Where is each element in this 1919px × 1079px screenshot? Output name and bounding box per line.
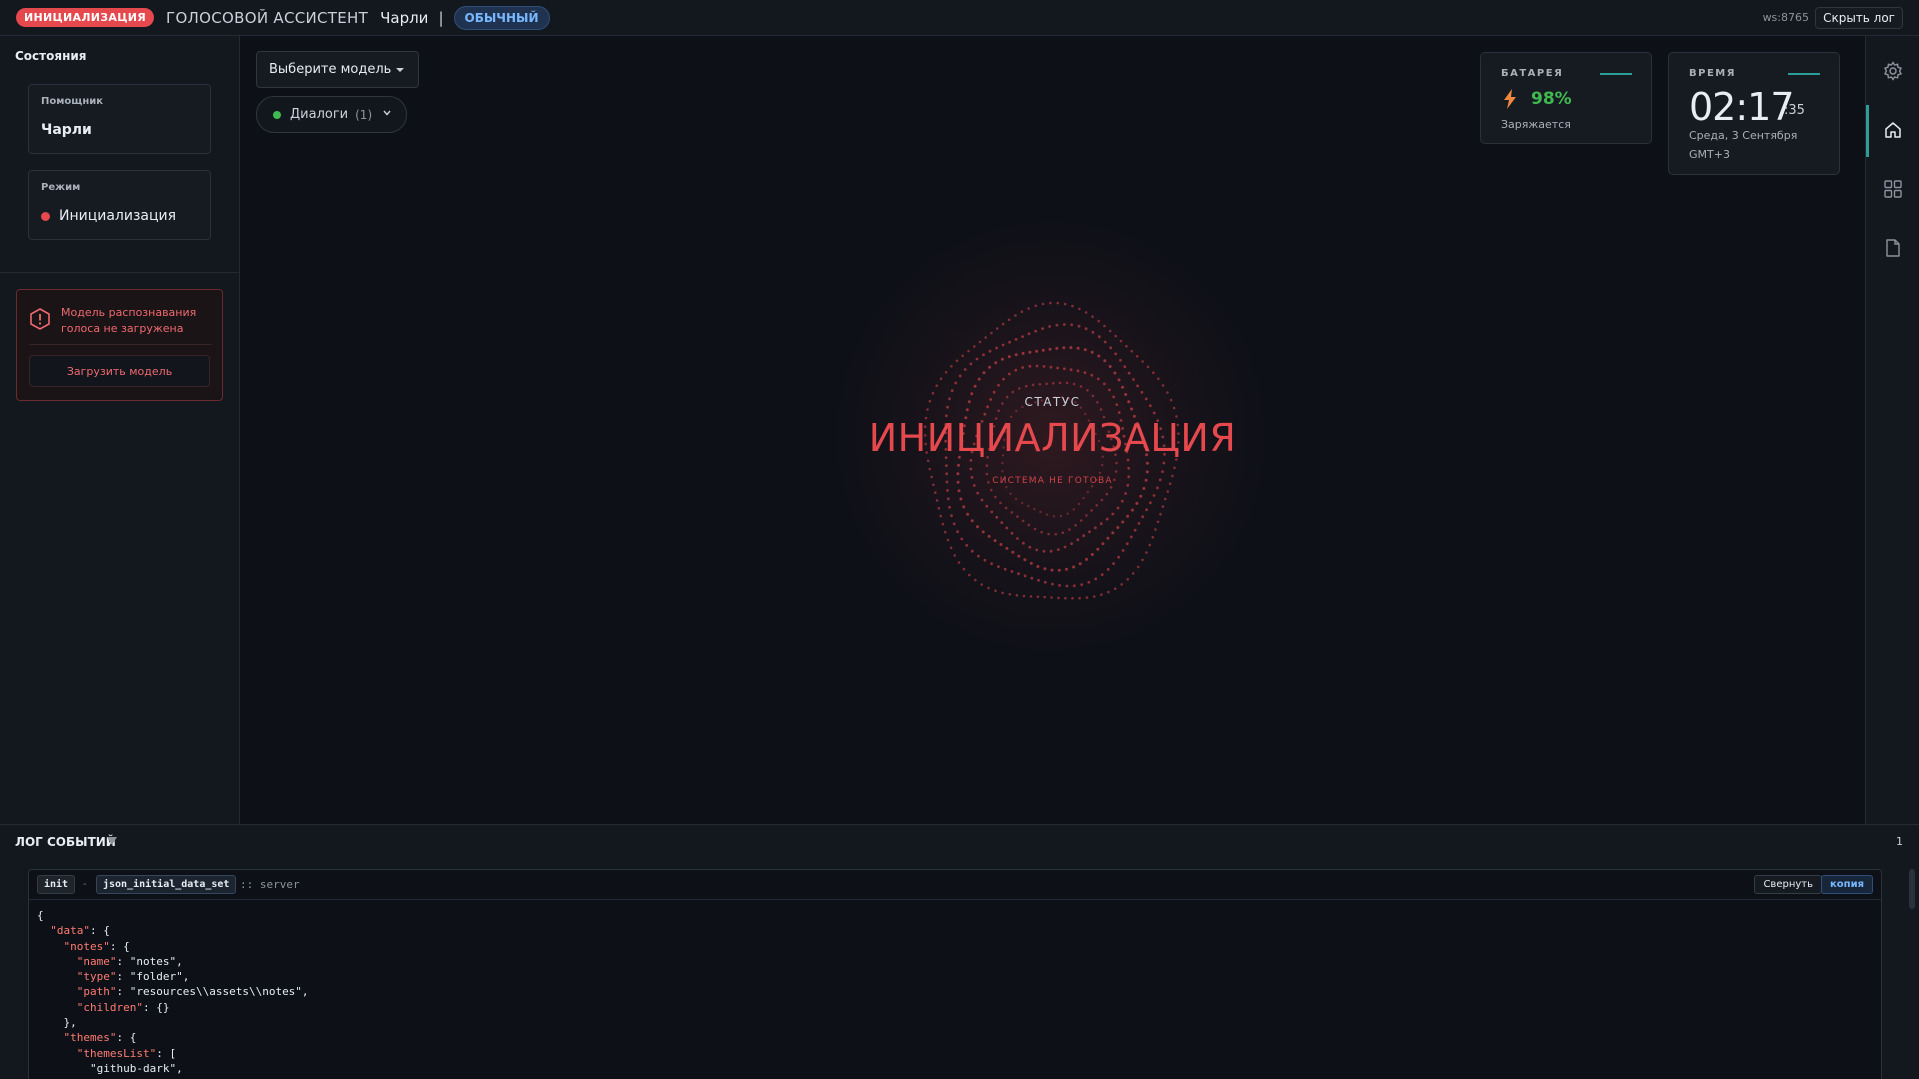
log-title[interactable]: ЛОГ СОБЫТИЙ: [15, 835, 116, 849]
main-area: Выберите модель Диалоги (1) БАТАРЕЯ 98% …: [241, 36, 1864, 824]
status-badge: ИНИЦИАЛИЗАЦИЯ: [16, 8, 154, 27]
file-icon[interactable]: [1883, 238, 1903, 258]
alert-message: Модель распознавания голоса не загружена: [61, 306, 197, 335]
battery-label: БАТАРЕЯ: [1501, 68, 1564, 79]
log-json-line: "notes": {: [63, 939, 130, 953]
collapse-button[interactable]: Свернуть: [1754, 875, 1822, 894]
log-json-line: "children": {}: [76, 1000, 170, 1014]
log-tag-separator: -: [83, 879, 87, 890]
log-json-line: },: [63, 1016, 77, 1030]
log-json-line: "github-dark",: [89, 1061, 183, 1075]
mode-card: Режим Инициализация: [28, 170, 211, 240]
alert-divider: [29, 344, 212, 345]
sidebar-title: Состояния: [15, 49, 87, 63]
mode-status-dot: [41, 212, 50, 221]
log-source: :: server: [240, 878, 300, 891]
clock-timezone: GMT+3: [1689, 148, 1730, 161]
mode-card-label: Режим: [41, 182, 81, 193]
battery-status: Заряжается: [1501, 118, 1571, 131]
log-json-line: "themes": {: [63, 1031, 137, 1045]
warning-icon: [29, 308, 51, 334]
time-widget: ВРЕМЯ 02:17 :35 Среда, 3 Сентября GMT+3: [1668, 52, 1840, 175]
websocket-port-label: ws:8765: [1762, 11, 1809, 24]
dialogs-button[interactable]: Диалоги (1): [256, 96, 407, 133]
gear-icon[interactable]: [1883, 61, 1903, 81]
clock-seconds: :35: [1784, 103, 1805, 118]
dialogs-count: (1): [355, 107, 373, 122]
log-scrollbar[interactable]: [1909, 869, 1915, 909]
battery-accent-line: [1600, 73, 1632, 75]
status-value: ИНИЦИАЛИЗАЦИЯ: [868, 416, 1237, 460]
lightning-icon: [1503, 89, 1517, 113]
dialogs-status-dot: [273, 110, 281, 119]
event-log-panel: ЛОГ СОБЫТИЙ 1 init - json_initial_data_s…: [0, 824, 1919, 1079]
assistant-card-label: Помощник: [41, 96, 104, 107]
log-json-line: "themesList": [: [76, 1046, 177, 1060]
title-separator: |: [438, 8, 444, 27]
load-model-button[interactable]: Загрузить модель: [29, 355, 210, 387]
model-alert: Модель распознавания голоса не загружена…: [16, 289, 223, 401]
mode-badge[interactable]: ОБЫЧНЫЙ: [453, 5, 550, 30]
status-label: СТАТУС: [1024, 395, 1081, 409]
sidebar-divider: [0, 272, 239, 273]
log-count: 1: [1896, 835, 1903, 848]
status-subtitle: СИСТЕМА НЕ ГОТОВА: [992, 476, 1113, 486]
log-entry: init - json_initial_data_set :: server С…: [28, 869, 1882, 1079]
log-entry-header: init - json_initial_data_set :: server С…: [29, 870, 1881, 900]
model-select[interactable]: Выберите модель: [256, 51, 419, 88]
log-json-line: "path": "resources\\assets\\notes",: [76, 985, 309, 999]
clock-hours-minutes: 02:17: [1689, 85, 1795, 129]
app-title: ГОЛОСОВОЙ АССИСТЕНТ: [166, 8, 369, 27]
assistant-card-value: Чарли: [41, 122, 92, 138]
copy-button[interactable]: копия: [1821, 875, 1873, 894]
battery-percentage: 98%: [1531, 89, 1572, 109]
assistant-card: Помощник Чарли: [28, 84, 211, 154]
log-json-line: "name": "notes",: [76, 954, 183, 968]
chevron-down-icon: [396, 68, 404, 72]
home-icon[interactable]: [1883, 120, 1903, 140]
time-accent-line: [1788, 73, 1820, 75]
clock-date: Среда, 3 Сентября: [1689, 129, 1798, 142]
mode-card-value: Инициализация: [59, 208, 177, 224]
model-select-label: Выберите модель: [269, 62, 392, 77]
chevron-down-icon: [382, 107, 392, 122]
log-json-line: "data": {: [50, 924, 110, 938]
log-json-line: "type": "folder",: [76, 970, 190, 984]
assistant-name: Чарли: [380, 8, 429, 27]
rail-active-indicator: [1866, 105, 1869, 157]
grid-icon[interactable]: [1883, 179, 1903, 199]
log-type-tag: init: [37, 875, 76, 894]
time-label: ВРЕМЯ: [1689, 68, 1736, 79]
battery-widget: БАТАРЕЯ 98% Заряжается: [1480, 52, 1652, 144]
log-json-content: { "data": { "notes": { "name": "notes", …: [37, 908, 309, 1079]
sidebar: Состояния Помощник Чарли Режим Инициализ…: [0, 36, 240, 824]
dialogs-label: Диалоги: [290, 107, 349, 122]
top-bar: ИНИЦИАЛИЗАЦИЯ ГОЛОСОВОЙ АССИСТЕНТ Чарли …: [0, 0, 1919, 36]
right-rail: [1865, 36, 1919, 824]
log-event-tag: json_initial_data_set: [96, 875, 237, 894]
hide-log-button[interactable]: Скрыть лог: [1815, 7, 1903, 29]
log-json-line: {: [37, 909, 44, 922]
collapse-arrow-icon[interactable]: [107, 837, 117, 845]
